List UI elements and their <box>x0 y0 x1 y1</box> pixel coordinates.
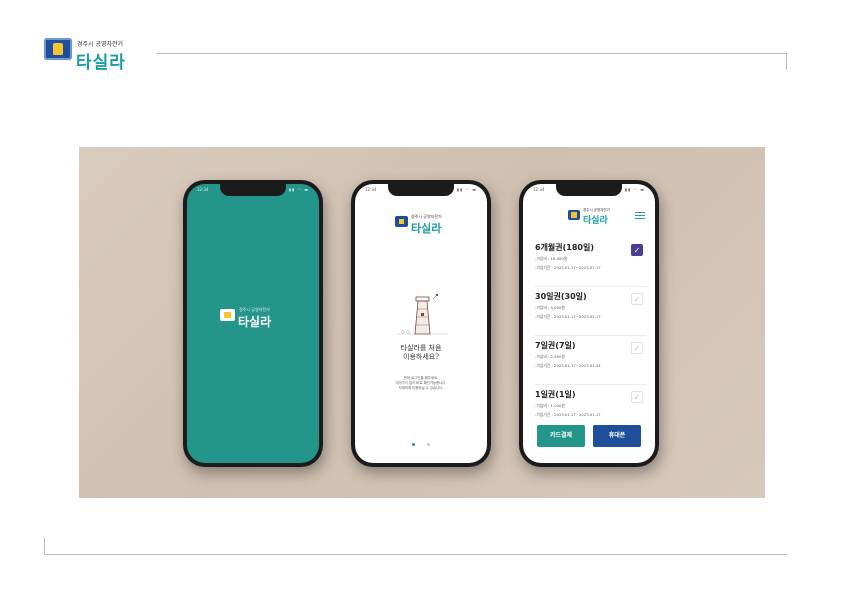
plan-fee: -가입비 : 1,000원 <box>535 403 565 408</box>
plan-item-30day[interactable]: 30일권(30일) -가입비 : 5,000원 -가입기간 : 2023.01.… <box>535 287 647 336</box>
plan-name: 7일권(7일) <box>535 341 576 350</box>
gyeongju-emblem-icon <box>220 309 235 321</box>
phone-splash: 12:34 ▮▮ ◠ ▬ 경주시 공영자전거 타실라 <box>183 180 323 467</box>
plans-logo: 경주시 공영자전거 타실라 <box>568 208 628 228</box>
page-dot[interactable] <box>426 443 430 446</box>
checkbox-checked-icon[interactable]: ✓ <box>631 244 643 256</box>
intro-heading: 타실라를 처음 이용하세요? <box>365 344 477 362</box>
gyeongju-emblem-icon <box>568 210 580 220</box>
plan-period: -가입기간 : 2023.01.17~2023.07.17 <box>535 265 601 270</box>
phone-mockup-photo: 12:34 ▮▮ ◠ ▬ 경주시 공영자전거 타실라 12:34 ▮▮ ◠ ▬ … <box>79 147 765 498</box>
plan-fee: -가입비 : 5,000원 <box>535 305 565 310</box>
intro-desc-line3: 자세하게 이용하실 수 있습니다. <box>398 386 444 390</box>
plan-list: 6개월권(180일) -가입비 : 18,000원 -가입기간 : 2023.0… <box>535 238 647 433</box>
hamburger-menu-icon[interactable] <box>635 212 645 220</box>
splash-logo-title: 타실라 <box>238 315 272 329</box>
plan-fee: -가입비 : 18,000원 <box>535 256 568 261</box>
plan-name: 30일권(30일) <box>535 292 587 301</box>
plan-fee: -가입비 : 2,500원 <box>535 354 565 359</box>
phone-notch <box>556 184 622 196</box>
intro-screen: 12:34 ▮▮ ◠ ▬ 경주시 공영자전거 타실라 타실라를 처음 이용하세요… <box>355 184 487 463</box>
intro-description: 먼저 로그인을 해주세요. 이어가기 없이 바로 확인가능합니다. 자세하게 이… <box>365 376 477 391</box>
intro-logo: 경주시 공영자전거 타실라 <box>395 214 465 238</box>
phone-notch <box>388 184 454 196</box>
cheomseongdae-tower-illustration <box>397 293 448 335</box>
plan-period: -가입기간 : 2023.01.17~2023.01.24 <box>535 363 601 368</box>
intro-logo-title: 타실라 <box>411 222 442 235</box>
brand-logo: 경주시 공영자전거 타실라 <box>44 38 144 74</box>
status-time: 12:34 <box>365 187 377 192</box>
signal-wifi-battery-icon: ▮▮ ◠ ▬ <box>624 187 645 192</box>
checkbox-unchecked-icon[interactable]: ✓ <box>631 342 643 354</box>
checkbox-unchecked-icon[interactable]: ✓ <box>631 293 643 305</box>
status-time: 12:34 <box>197 187 209 192</box>
splash-screen: 12:34 ▮▮ ◠ ▬ 경주시 공영자전거 타실라 <box>187 184 319 463</box>
phone-plans: 12:34 ▮▮ ◠ ▬ 경주시 공영자전거 타실라 6개월권(180일) -가… <box>519 180 659 467</box>
payment-buttons: 카드결제 휴대폰 <box>537 425 641 447</box>
page-indicator <box>355 442 487 448</box>
card-payment-button[interactable]: 카드결제 <box>537 425 585 447</box>
plan-name: 1일권(1일) <box>535 390 576 399</box>
plan-name: 6개월권(180일) <box>535 243 595 252</box>
plans-logo-title: 타실라 <box>583 216 608 226</box>
phone-intro: 12:34 ▮▮ ◠ ▬ 경주시 공영자전거 타실라 타실라를 처음 이용하세요… <box>351 180 491 467</box>
intro-heading-line2: 이용하세요? <box>403 353 439 361</box>
logo-title: 타실라 <box>76 53 126 73</box>
plan-item-6month[interactable]: 6개월권(180일) -가입비 : 18,000원 -가입기간 : 2023.0… <box>535 238 647 287</box>
plan-period: -가입기간 : 2023.01.17~2023.02.17 <box>535 314 601 319</box>
bottom-divider <box>44 554 787 555</box>
plan-item-7day[interactable]: 7일권(7일) -가입비 : 2,500원 -가입기간 : 2023.01.17… <box>535 336 647 385</box>
plan-select-screen: 12:34 ▮▮ ◠ ▬ 경주시 공영자전거 타실라 6개월권(180일) -가… <box>523 184 655 463</box>
gyeongju-emblem-icon <box>44 38 72 60</box>
checkbox-unchecked-icon[interactable]: ✓ <box>631 391 643 403</box>
phone-payment-button[interactable]: 휴대폰 <box>593 425 641 447</box>
logo-subtitle: 경주시 공영자전거 <box>77 41 124 48</box>
top-divider <box>156 53 787 54</box>
page-dot-active[interactable] <box>412 443 416 446</box>
plan-period: -가입기간 : 2023.01.17~2023.01.17 <box>535 412 601 417</box>
status-time: 12:34 <box>533 187 545 192</box>
intro-heading-line1: 타실라를 처음 <box>400 344 442 352</box>
phone-notch <box>220 184 286 196</box>
splash-logo: 경주시 공영자전거 타실라 <box>220 307 300 331</box>
signal-wifi-battery-icon: ▮▮ ◠ ▬ <box>288 187 309 192</box>
top-divider-tick <box>786 53 787 70</box>
signal-wifi-battery-icon: ▮▮ ◠ ▬ <box>456 187 477 192</box>
bottom-divider-tick <box>44 538 45 555</box>
gyeongju-emblem-icon <box>395 216 408 227</box>
